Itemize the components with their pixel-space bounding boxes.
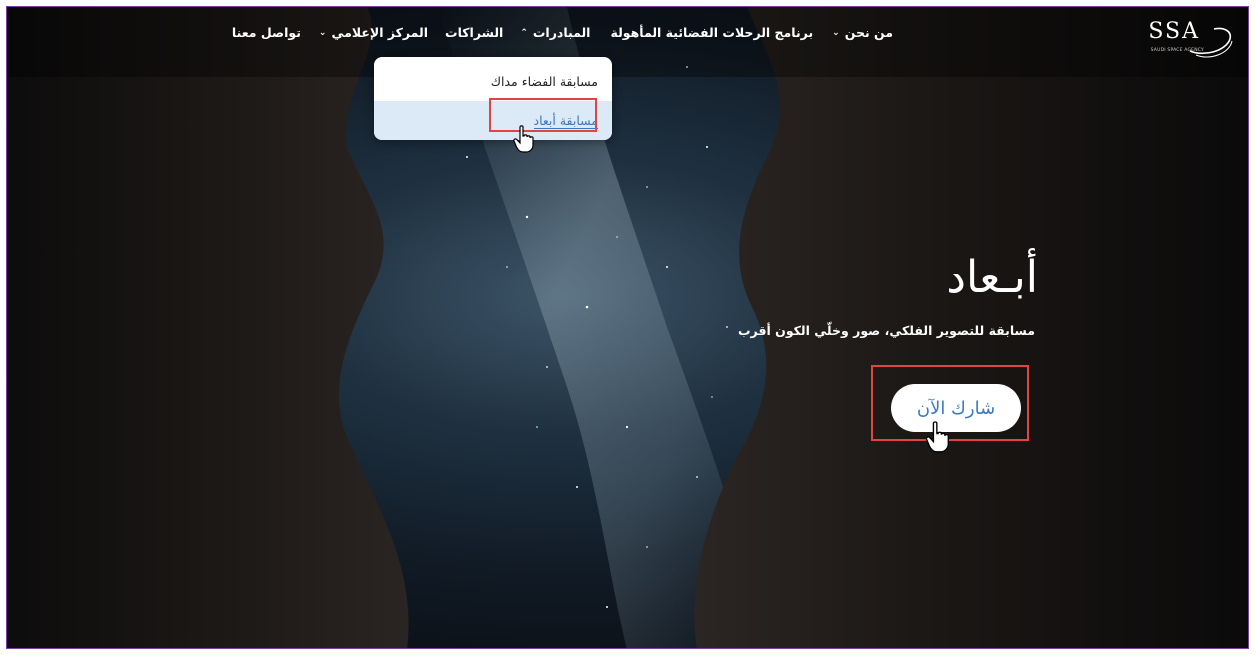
chevron-down-icon: ⌄ [832, 27, 840, 38]
nav-item-label: برنامج الرحلات الفضائية المأهولة [610, 25, 814, 40]
browser-frame: SSA SAUDI SPACE AGENCY من نحن ⌄ برنامج ا… [6, 6, 1249, 649]
nav-item-label: تواصل معنا [231, 25, 301, 40]
nav-item-initiatives[interactable]: المبادرات ⌃ [520, 25, 590, 40]
dropdown-item-label: مسابقة الفضاء مداك [490, 73, 598, 89]
night-sky-canyon-image [7, 7, 1248, 648]
nav-item-label: المبادرات [532, 25, 591, 40]
nav-item-human-spaceflight[interactable]: برنامج الرحلات الفضائية المأهولة [610, 25, 813, 40]
top-nav: SSA SAUDI SPACE AGENCY من نحن ⌄ برنامج ا… [7, 7, 1248, 63]
nav-item-label: الشراكات [445, 25, 504, 40]
hand-pointer-icon [513, 125, 534, 153]
dropdown-item-madak[interactable]: مسابقة الفضاء مداك [374, 61, 612, 101]
nav-item-media-center[interactable]: المركز الإعلامي ⌄ [319, 25, 428, 40]
hero-title: أبـعاد [946, 252, 1038, 303]
nav-item-label: المركز الإعلامي [331, 25, 429, 40]
nav-item-contact[interactable]: تواصل معنا [232, 25, 301, 40]
main-menu: من نحن ⌄ برنامج الرحلات الفضائية المأهول… [232, 25, 893, 40]
nav-item-about[interactable]: من نحن ⌄ [832, 25, 893, 40]
hand-pointer-icon [925, 421, 949, 453]
brand-logo[interactable]: SSA SAUDI SPACE AGENCY [1126, 15, 1234, 61]
nav-item-label: من نحن [844, 25, 893, 40]
highlight-box-dropdown [489, 98, 597, 132]
logo-swoosh-icon [1189, 27, 1233, 58]
chevron-up-icon: ⌃ [520, 27, 528, 38]
hero-background [7, 7, 1248, 648]
hero-subtitle: مسابقة للتصوير الفلكي، صور وخلّي الكون أ… [738, 323, 1035, 338]
nav-item-partnerships[interactable]: الشراكات [445, 25, 503, 40]
chevron-down-icon: ⌄ [318, 27, 327, 38]
